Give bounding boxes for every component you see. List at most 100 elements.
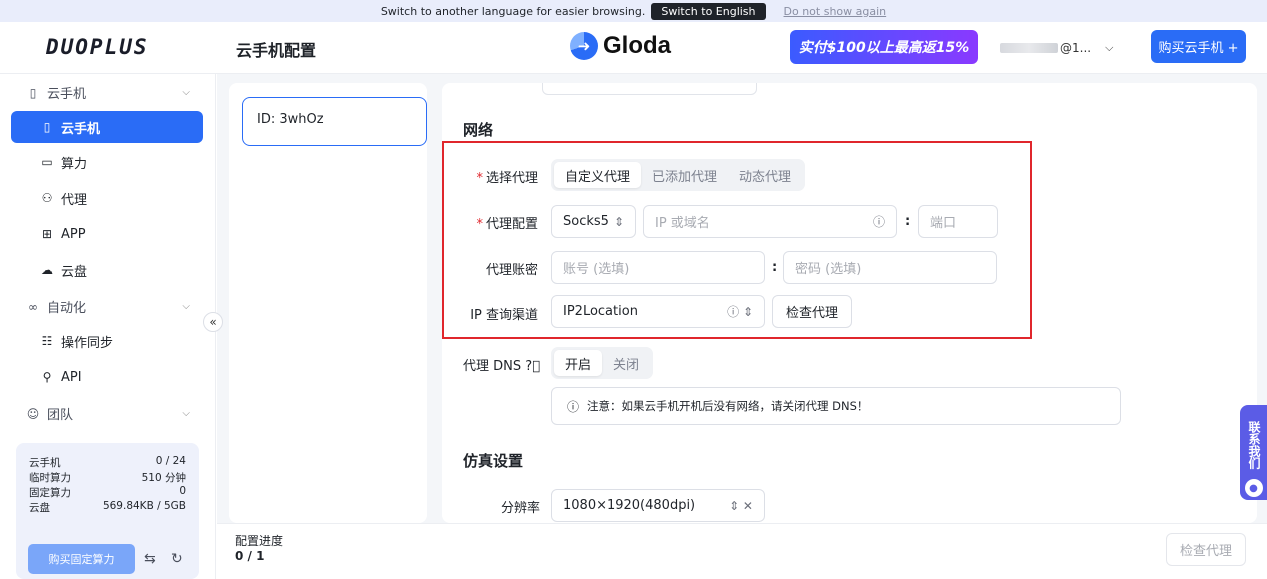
protocol-select[interactable]: Socks5 ⇕ — [551, 205, 636, 238]
proxy-password-input[interactable]: 密码 (选填) — [783, 251, 997, 284]
sidebar-item-cloud-phone[interactable]: ▯ 云手机 — [11, 111, 203, 143]
dismiss-banner-link[interactable]: Do not show again — [784, 5, 887, 18]
sidebar-group-team[interactable]: ☺ 团队 ⌵ — [26, 404, 190, 424]
chevron-down-icon: ⌵ — [182, 408, 190, 419]
contact-us-label: 联系我们 — [1247, 421, 1261, 469]
colon-separator: : — [772, 260, 778, 275]
promo-banner[interactable]: 实付$100以上最高返15% — [790, 30, 978, 64]
sidebar-item-label: 算力 — [61, 156, 88, 172]
sidebar-item-compute[interactable]: ▭ 算力 — [11, 146, 203, 178]
updown-clear-icon[interactable]: ⇕ ✕ — [729, 499, 753, 513]
sidebar-item-proxy[interactable]: ⚇ 代理 — [11, 182, 203, 214]
dns-notice: ⓘ 注意：如果云手机开机后没有网络，请关闭代理 DNS！ — [551, 387, 1121, 425]
chevron-down-icon: ⌵ — [182, 301, 190, 312]
switch-language-button[interactable]: Switch to English — [651, 2, 766, 20]
quota-value: 0 / 24 — [155, 455, 186, 467]
sidebar-item-app[interactable]: ⊞ APP — [11, 218, 203, 250]
config-progress-label: 配置进度 — [235, 534, 284, 548]
banner-message: Switch to another language for easier br… — [380, 4, 646, 18]
sync-icon: ☷ — [41, 334, 53, 348]
grid-icon: ⊞ — [41, 227, 53, 241]
proxy-dns-label: 代理 DNS ?⃝ — [458, 355, 540, 374]
dns-on-option[interactable]: 开启 — [554, 350, 603, 376]
proxy-config-label-text: 代理配置 — [485, 217, 538, 232]
plug-icon: ⚲ — [42, 370, 52, 384]
check-proxy-button[interactable]: 检查代理 — [772, 295, 852, 328]
proxy-select-label-text: 选择代理 — [485, 171, 538, 186]
collapse-sidebar-icon[interactable]: « — [203, 312, 223, 332]
team-icon: ☺ — [26, 406, 40, 421]
quota-value: 0 — [179, 485, 186, 497]
contact-us-widget[interactable]: 联系我们 ● — [1240, 405, 1267, 500]
updown-icon: ⇕ — [613, 214, 624, 229]
phone-icon: ▯ — [43, 120, 51, 134]
device-list-panel: ID: 3whOz — [229, 83, 427, 523]
ip-channel-select[interactable]: IP2Location ⓘ ⇕ — [551, 295, 765, 328]
refresh-icon[interactable]: ↻ — [171, 551, 183, 567]
quota-row: 固定算力 0 — [29, 485, 186, 500]
port-placeholder: 端口 — [930, 216, 957, 231]
proxy-mode-segment: 自定义代理 已添加代理 动态代理 — [551, 159, 806, 191]
device-id: ID: 3whOz — [257, 112, 324, 127]
resolution-select[interactable]: 1080×1920(480dpi) ⇕ ✕ — [551, 489, 765, 522]
ip-channel-label: IP 查询渠道 — [470, 308, 538, 323]
cloud-icon: ☁ — [41, 263, 53, 277]
proxy-port-input[interactable]: 端口 — [918, 205, 998, 238]
sidebar-item-api[interactable]: ⚲ API — [11, 361, 203, 393]
protocol-value: Socks5 — [563, 214, 609, 229]
dns-notice-text: 注意：如果云手机开机后没有网络，请关闭代理 DNS！ — [587, 399, 869, 413]
buy-cloud-phone-button[interactable]: 购买云手机 + — [1151, 30, 1246, 63]
sidebar-item-label: 云盘 — [61, 264, 88, 280]
infinity-icon: ∞ — [28, 299, 38, 314]
dns-off-option[interactable]: 关闭 — [602, 350, 650, 376]
language-banner: Switch to another language for easier br… — [0, 0, 1267, 22]
quota-label: 云盘 — [29, 502, 50, 514]
quota-label: 云手机 — [29, 457, 61, 469]
chevron-down-icon: ⌵ — [182, 87, 190, 98]
proxy-username-input[interactable]: 账号 (选填) — [551, 251, 765, 284]
sidebar-item-label: APP — [61, 226, 86, 242]
sidebar-group-automation[interactable]: ∞ 自动化 ⌵ — [26, 297, 190, 317]
quota-label: 临时算力 — [29, 472, 71, 484]
sidebar-item-label: 操作同步 — [61, 335, 114, 351]
sidebar-group-cloud-phone[interactable]: ▯ 云手机 ⌵ — [26, 83, 190, 103]
account-menu[interactable]: @1... ⌵ — [1000, 41, 1113, 55]
main-content: ID: 3whOz 网络 * 选择代理 自定义代理 已添加代理 动态代理 * 代理配… — [217, 74, 1267, 579]
quota-value: 569.84KB / 5GB — [102, 500, 186, 512]
buy-fixed-compute-button[interactable]: 购买固定算力 — [28, 544, 135, 574]
proxy-dns-label-text: 代理 DNS — [463, 359, 522, 374]
proxy-account-label: 代理账密 — [485, 263, 538, 278]
info-updown-icon: ⓘ ⇕ — [727, 305, 753, 319]
required-mark: * — [476, 171, 483, 186]
proxy-host-input[interactable]: IP 或域名 ⓘ — [643, 205, 897, 238]
tab-dynamic-proxy[interactable]: 动态代理 — [728, 162, 802, 188]
password-placeholder: 密码 (选填) — [795, 262, 862, 277]
phone-icon: ▯ — [29, 85, 37, 100]
bottom-bar: 配置进度 0 / 1 检查代理 — [217, 523, 1267, 579]
quota-row: 临时算力 510 分钟 — [29, 470, 186, 485]
required-mark: * — [476, 217, 483, 232]
transfer-icon[interactable]: ⇆ — [144, 551, 156, 567]
tab-added-proxy[interactable]: 已添加代理 — [641, 162, 728, 188]
duoplus-logo[interactable]: DUOPLUS — [46, 35, 149, 59]
sidebar-group-label: 自动化 — [47, 301, 87, 316]
info-icon[interactable]: ⓘ — [873, 213, 885, 230]
chevron-down-icon: ⌵ — [1105, 41, 1114, 54]
sidebar-item-cloud-disk[interactable]: ☁ 云盘 — [11, 254, 203, 286]
proxy-dns-segment: 开启 关闭 — [551, 347, 654, 379]
tab-custom-proxy[interactable]: 自定义代理 — [554, 162, 642, 188]
gloda-brand-name: Gloda — [603, 32, 672, 59]
bottom-check-proxy-button[interactable]: 检查代理 — [1166, 533, 1246, 566]
device-card[interactable]: ID: 3whOz — [242, 97, 427, 146]
group-select[interactable] — [542, 83, 757, 95]
sidebar-item-label: 云手机 — [61, 121, 101, 137]
help-icon[interactable]: ?⃝ — [525, 359, 540, 374]
account-email-masked — [1000, 43, 1058, 53]
account-email-suffix: @1... — [1060, 41, 1092, 55]
info-icon: ⓘ — [567, 399, 580, 414]
network-section-title: 网络 — [463, 121, 494, 139]
quota-row: 云盘 569.84KB / 5GB — [29, 500, 186, 515]
sidebar-item-sync[interactable]: ☷ 操作同步 — [11, 325, 203, 357]
network-icon: ⚇ — [41, 191, 53, 205]
gloda-banner[interactable]: ➜ Gloda — [570, 32, 671, 60]
